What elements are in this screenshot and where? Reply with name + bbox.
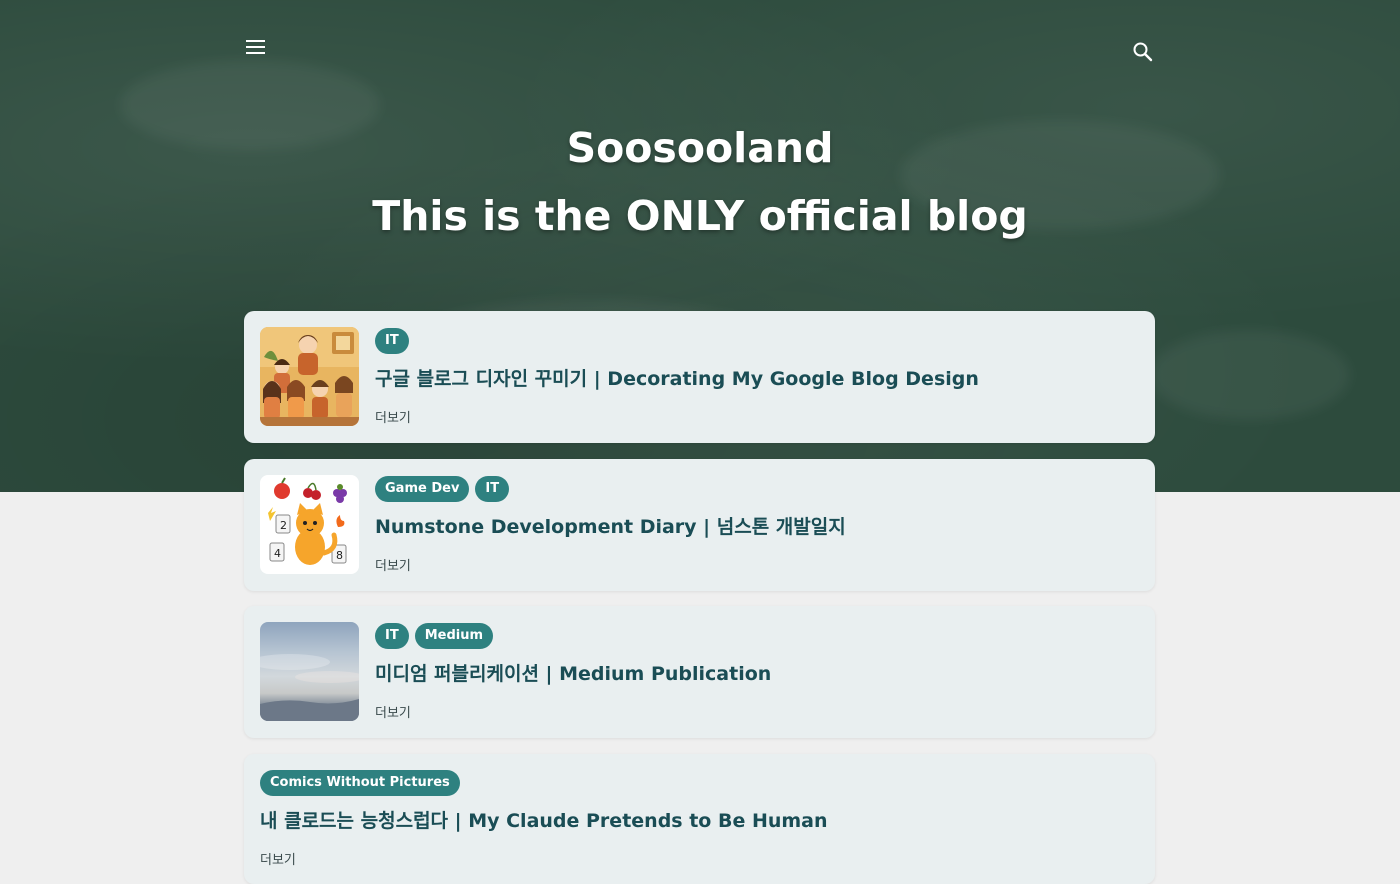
- read-more-link[interactable]: 더보기: [375, 702, 411, 721]
- label-tag[interactable]: Comics Without Pictures: [260, 770, 460, 796]
- svg-text:8: 8: [336, 549, 343, 562]
- post-labels: IT: [375, 328, 409, 354]
- blog-title[interactable]: Soosooland: [0, 124, 1400, 172]
- post-title[interactable]: 미디엄 퍼블리케이션 | Medium Publication: [375, 659, 771, 686]
- read-more-link[interactable]: 더보기: [375, 407, 411, 426]
- post-card[interactable]: Comics Without Pictures 내 클로드는 능청스럽다 | M…: [244, 754, 1155, 884]
- label-tag[interactable]: Medium: [414, 623, 494, 649]
- read-more-link[interactable]: 더보기: [375, 555, 411, 574]
- post-labels: Game Dev IT: [375, 476, 510, 502]
- svg-text:2: 2: [280, 519, 287, 532]
- menu-icon: [246, 40, 265, 42]
- family-illustration-image: [260, 327, 359, 426]
- search-icon: [1133, 42, 1153, 62]
- post-card[interactable]: IT 구글 블로그 디자인 꾸미기 | Decorating My Google…: [244, 311, 1155, 443]
- post-thumbnail[interactable]: 2 4 8: [260, 475, 359, 574]
- post-title[interactable]: Numstone Development Diary | 넘스톤 개발일지: [375, 512, 846, 539]
- post-title[interactable]: 내 클로드는 능청스럽다 | My Claude Pretends to Be …: [260, 806, 828, 833]
- label-tag[interactable]: IT: [375, 328, 409, 354]
- sky-photo-image: [260, 654, 359, 721]
- label-tag[interactable]: IT: [475, 476, 510, 502]
- search-button[interactable]: [1131, 40, 1155, 64]
- menu-button[interactable]: [245, 40, 267, 58]
- post-title[interactable]: 구글 블로그 디자인 꾸미기 | Decorating My Google Bl…: [375, 364, 979, 391]
- post-labels: IT Medium: [375, 623, 494, 649]
- chalk-smudge: [1150, 330, 1350, 420]
- post-card[interactable]: 2 4 8 Game Dev IT Numstone Development D…: [244, 459, 1155, 591]
- post-labels: Comics Without Pictures: [260, 770, 460, 796]
- post-thumbnail[interactable]: [260, 622, 359, 721]
- post-thumbnail[interactable]: [260, 327, 359, 426]
- label-tag[interactable]: Game Dev: [375, 476, 470, 502]
- svg-text:4: 4: [274, 547, 281, 560]
- blog-description: This is the ONLY official blog: [372, 192, 1028, 240]
- post-card[interactable]: IT Medium 미디엄 퍼블리케이션 | Medium Publicatio…: [244, 606, 1155, 738]
- label-tag[interactable]: IT: [375, 623, 409, 649]
- cat-illustration-image: 2 4 8: [260, 475, 359, 574]
- read-more-link[interactable]: 더보기: [260, 849, 296, 868]
